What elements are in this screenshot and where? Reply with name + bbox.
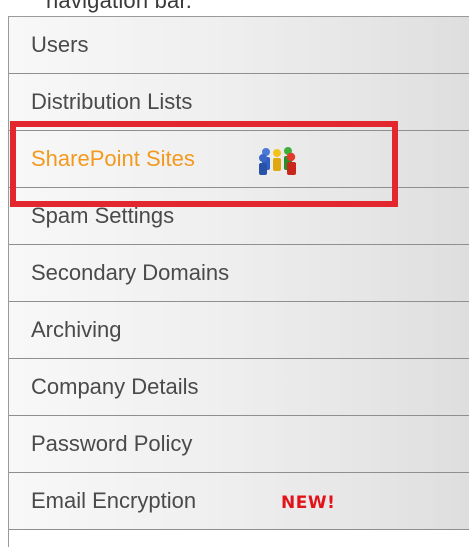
nav-item-company-details[interactable]: Company Details: [9, 359, 469, 416]
nav-item-label: Distribution Lists: [31, 89, 193, 114]
nav-item-label: SharePoint Sites: [31, 146, 195, 171]
nav-item-sharepoint-sites[interactable]: SharePoint Sites: [9, 131, 469, 188]
nav-item-spam-settings[interactable]: Spam Settings: [9, 188, 469, 245]
nav-item-label: Email Encryption: [31, 488, 197, 513]
people-group-icon: [259, 147, 296, 175]
nav-item-label: Company Details: [31, 374, 199, 399]
caption-text: navigation bar.: [46, 0, 193, 13]
nav-item-label: Password Policy: [31, 431, 193, 456]
nav-item-password-policy[interactable]: Password Policy: [9, 416, 469, 473]
nav-item-secondary-domains[interactable]: Secondary Domains: [9, 245, 469, 302]
navigation-bar: Users Distribution Lists SharePoint Site…: [8, 16, 469, 547]
nav-item-archiving[interactable]: Archiving: [9, 302, 469, 359]
new-badge: NEW!: [281, 493, 336, 513]
nav-item-distribution-lists[interactable]: Distribution Lists: [9, 74, 469, 131]
nav-item-email-encryption[interactable]: Email Encryption NEW!: [9, 473, 469, 530]
nav-item-label: Archiving: [31, 317, 122, 342]
nav-item-users[interactable]: Users: [9, 17, 469, 74]
nav-item-label: Secondary Domains: [31, 260, 230, 285]
nav-item-label: Spam Settings: [31, 203, 175, 228]
nav-item-label: Users: [31, 32, 89, 57]
